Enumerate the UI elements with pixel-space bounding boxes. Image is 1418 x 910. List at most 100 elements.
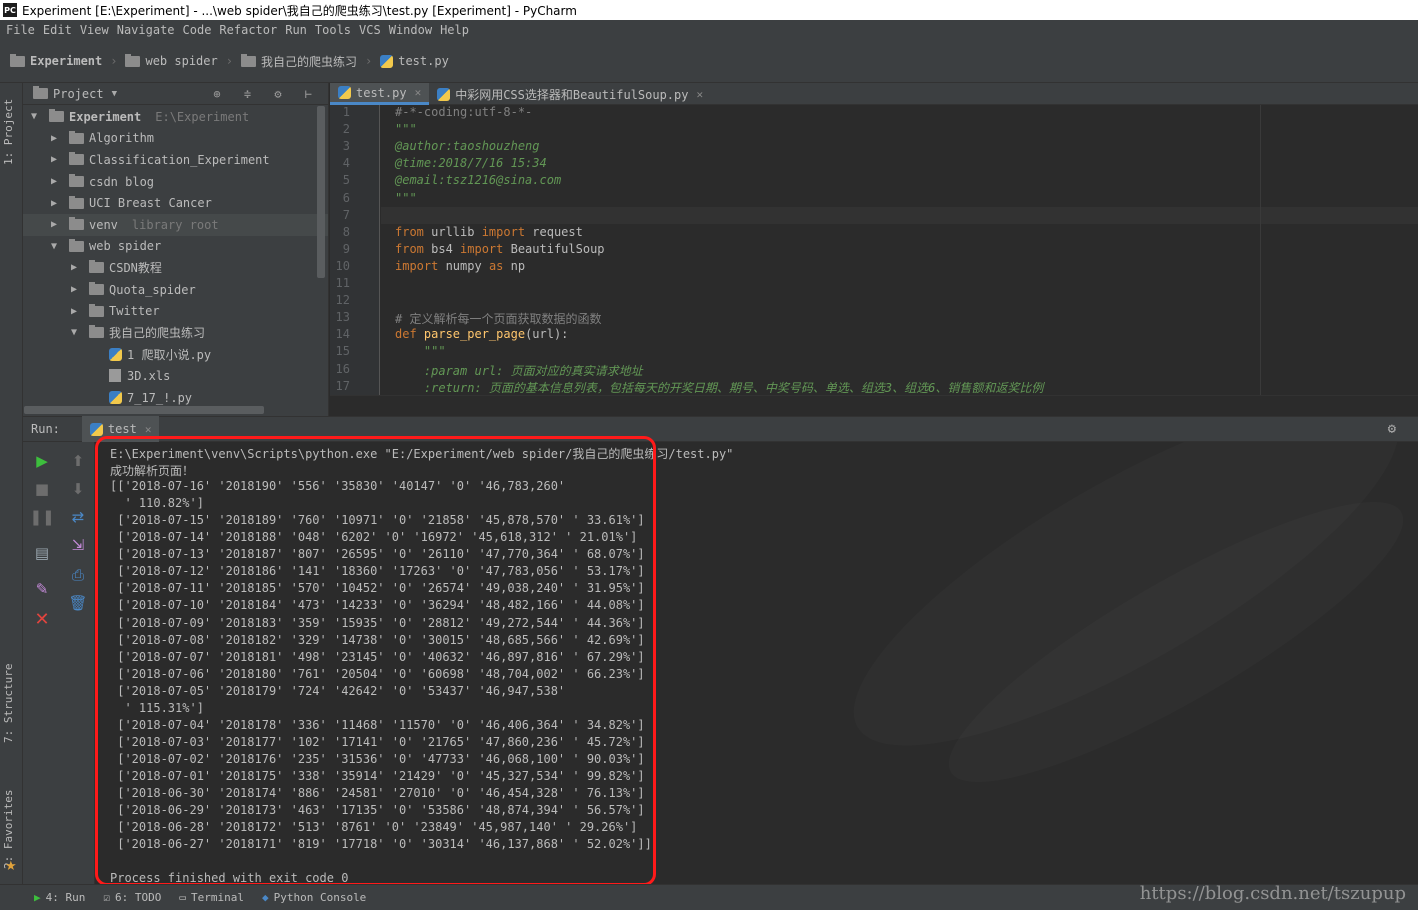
tree-item[interactable]: ▼ 我自己的爬虫练习 (23, 322, 328, 344)
chevron-right-icon[interactable]: ▶ (49, 176, 59, 187)
menu-item-code[interactable]: Code (183, 23, 212, 37)
arrow-down-icon[interactable]: ⬇ (69, 480, 87, 498)
chevron-down-icon[interactable]: ▼ (29, 111, 39, 122)
menu-bar: File Edit View Navigate Code Refactor Run Tools… (0, 20, 1418, 40)
tree-item[interactable]: ▶ Algorithm (23, 128, 328, 150)
window-title: Experiment [E:\Experiment] - ...\web spi… (22, 3, 577, 18)
editor-tab-label: test.py (356, 85, 407, 100)
trash-icon[interactable]: 🗑 (68, 594, 87, 612)
line-number: 3 (342, 139, 350, 154)
breadcrumb-item[interactable]: 我自己的爬虫练习 (240, 53, 357, 70)
code-line: """ (395, 344, 446, 358)
stop-icon[interactable]: ■ (33, 480, 51, 498)
breadcrumb-label: web spider (145, 54, 218, 68)
code-editor[interactable]: 1 2 3 4 5 6 7 8 9 10 11 12 13 14 15 16 17 #-*-coding:utf… (330, 105, 1418, 395)
tree-item[interactable]: ▼ web spider (23, 236, 328, 258)
project-scrollbar[interactable] (24, 406, 264, 414)
tool-tab-run[interactable]: ▶ 4: Run (34, 891, 85, 904)
breadcrumb-label: 我自己的爬虫练习 (260, 54, 357, 69)
breadcrumb-separator: › (364, 54, 373, 68)
tool-tab-label: 6: TODO (115, 891, 162, 904)
menu-item-vcs[interactable]: VCS (359, 23, 381, 37)
breadcrumb-item[interactable]: web spider (125, 53, 218, 68)
chevron-right-icon[interactable]: ▶ (69, 284, 79, 295)
tree-item[interactable]: 1 爬取小说.py (23, 344, 328, 366)
close-icon[interactable]: ✕ (33, 609, 51, 630)
layout-icon[interactable]: ▤ (33, 544, 51, 562)
tree-item[interactable]: ▶ Quota_spider (23, 279, 328, 301)
project-panel-title[interactable]: Project (53, 87, 104, 101)
python-file-icon (338, 86, 351, 99)
chevron-right-icon[interactable]: ▶ (69, 262, 79, 273)
pause-icon[interactable]: ❚❚ (29, 508, 54, 526)
code-line: from urllib import request (395, 225, 583, 239)
menu-item-view[interactable]: View (80, 23, 109, 37)
menu-item-file[interactable]: File (6, 23, 35, 37)
chevron-down-icon[interactable]: ▼ (69, 327, 79, 338)
chevron-right-icon[interactable]: ▶ (49, 154, 59, 165)
print-icon[interactable]: ⎙ (69, 566, 87, 584)
tree-item-label: 我自己的爬虫练习 (109, 326, 206, 341)
menu-item-edit[interactable]: Edit (43, 23, 72, 37)
breadcrumb-label: Experiment (30, 54, 103, 68)
close-icon[interactable]: ✕ (415, 86, 422, 99)
breadcrumb-item[interactable]: Experiment (10, 53, 103, 68)
chevron-right-icon[interactable]: ▶ (49, 219, 59, 230)
tree-item[interactable]: 3D.xls (23, 365, 328, 387)
tool-tab-terminal[interactable]: ▭ Terminal (179, 891, 244, 904)
tool-tab-todo[interactable]: ☑ 6: TODO (103, 891, 161, 904)
python-file-icon (437, 87, 451, 101)
close-icon[interactable]: ✕ (696, 88, 703, 101)
menu-item-window[interactable]: Window (389, 23, 432, 37)
breadcrumb-separator: › (225, 54, 233, 68)
breadcrumb-item[interactable]: test.py (380, 54, 449, 68)
folder-icon (49, 109, 64, 123)
code-token: :return: 页面的基本信息列表，包括每天的开奖日期、期号、中奖号码、单选、… (395, 380, 1044, 395)
tree-item-label: CSDN教程 (109, 261, 162, 276)
scroll-to-end-icon[interactable]: ⇲ (69, 536, 87, 554)
tree-item[interactable]: ▼ Experiment E:\Experiment (23, 106, 328, 128)
menu-item-navigate[interactable]: Navigate (117, 23, 175, 37)
structure-side-tab[interactable]: 7: Structure (2, 664, 15, 743)
editor-scroll-area[interactable] (330, 395, 1418, 416)
favorites-side-tab[interactable]: 2: Favorites (2, 790, 15, 869)
chevron-right-icon[interactable]: ▶ (49, 133, 59, 144)
code-token: """ (395, 190, 417, 205)
tree-item[interactable]: ▶ csdn blog (23, 171, 328, 193)
project-side-tab[interactable]: 1: Project (2, 99, 15, 165)
line-number-gutter: 1 2 3 4 5 6 7 8 9 10 11 12 13 14 15 16 17 (330, 105, 380, 395)
line-number: 11 (335, 276, 350, 290)
tool-tab-label: Terminal (190, 891, 244, 904)
editor-tab[interactable]: test.py ✕ (330, 83, 430, 105)
menu-item-help[interactable]: Help (440, 23, 469, 37)
line-number: 14 (335, 327, 350, 342)
project-panel-tools[interactable]: ⊕ ≑ ⚙ ⊢ (213, 87, 320, 101)
chevron-right-icon[interactable]: ▶ (69, 306, 79, 317)
menu-item-refactor[interactable]: Refactor (219, 23, 277, 37)
soft-wrap-icon[interactable]: ⇄ (69, 508, 87, 526)
tree-item-path: library root (131, 217, 219, 232)
line-number: 1 (342, 105, 350, 119)
menu-item-tools[interactable]: Tools (315, 23, 351, 37)
gear-icon[interactable]: ⚙ (1388, 421, 1396, 437)
close-icon[interactable]: ✕ (145, 423, 152, 436)
rerun-icon[interactable]: ▶ (33, 452, 51, 470)
tree-item[interactable]: ▶ venv library root (23, 213, 328, 236)
tree-item[interactable]: ▶ Twitter (23, 300, 328, 322)
tree-item[interactable]: ▶ UCI Breast Cancer (23, 192, 328, 214)
tree-item[interactable]: ▶ Classification_Experiment (23, 149, 328, 171)
tree-item-label: csdn blog (89, 174, 155, 189)
arrow-up-icon[interactable]: ⬆ (69, 452, 87, 470)
chevron-right-icon[interactable]: ▶ (49, 198, 59, 209)
chevron-down-icon[interactable]: ▼ (49, 241, 59, 252)
tree-item[interactable]: ▶ CSDN教程 (23, 257, 328, 279)
project-vscrollbar[interactable] (317, 106, 325, 278)
watermark: https://blog.csdn.net/tszupup (1139, 883, 1406, 904)
tool-tab-python-console[interactable]: ◆ Python Console (262, 891, 366, 904)
breadcrumb-label: test.py (398, 54, 449, 68)
chevron-down-icon[interactable]: ▼ (112, 89, 117, 99)
pin-icon[interactable]: ✎ (33, 580, 51, 598)
editor-tab[interactable]: 中彩网用CSS选择器和BeautifulSoup.py ✕ (429, 83, 711, 105)
left-tool-strip: 1: Project 7: Structure 2: Favorites ★ (0, 83, 23, 884)
menu-item-run[interactable]: Run (285, 23, 307, 37)
